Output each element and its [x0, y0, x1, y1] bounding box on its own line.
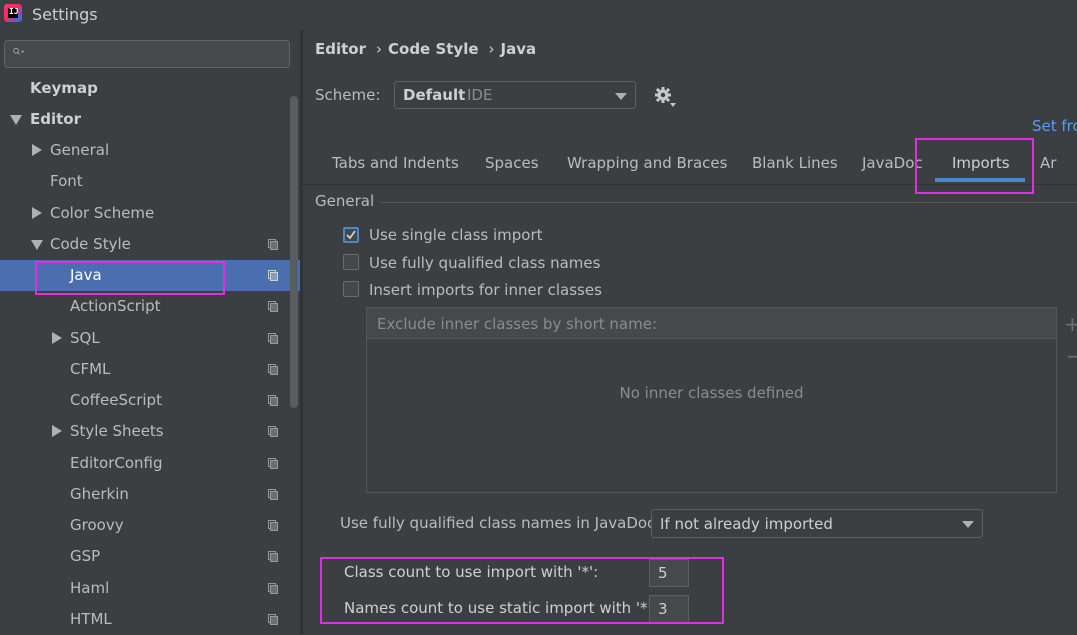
sidebar-item-code-style[interactable]: Code Style	[0, 229, 300, 260]
tab-wrapping-and-braces[interactable]: Wrapping and Braces	[567, 154, 727, 172]
remove-icon[interactable]: −	[1066, 344, 1077, 368]
general-section-title: General	[315, 192, 375, 210]
settings-search-input[interactable]	[4, 40, 290, 68]
project-scope-icon	[268, 551, 278, 562]
window-title: Settings	[32, 5, 98, 24]
project-scope-icon	[268, 520, 278, 531]
project-scope-icon	[268, 614, 278, 625]
sidebar-item-general[interactable]: General	[0, 135, 300, 166]
panel-divider[interactable]	[300, 30, 303, 634]
sidebar-item-color-scheme[interactable]: Color Scheme	[0, 198, 300, 229]
project-scope-icon	[268, 489, 278, 500]
project-scope-icon	[268, 583, 278, 594]
insert-imports-inner-classes-label: Insert imports for inner classes	[369, 281, 602, 299]
tab-spaces[interactable]: Spaces	[485, 154, 539, 172]
breadcrumb-item-java: Java	[500, 40, 537, 58]
intellij-app-icon: IJ	[4, 4, 22, 22]
scheme-name: Default	[403, 86, 466, 104]
scheme-label: Scheme:	[315, 86, 381, 104]
sidebar-item-gherkin[interactable]: Gherkin	[0, 479, 300, 510]
use-fully-qualified-class-names-label: Use fully qualified class names	[369, 254, 601, 272]
expanded-arrow-icon[interactable]	[31, 240, 43, 250]
project-scope-icon	[268, 426, 278, 437]
sidebar-item-gsp[interactable]: GSP	[0, 541, 300, 572]
search-icon	[13, 47, 25, 55]
scheme-dropdown[interactable]: Default IDE	[394, 81, 636, 109]
use-single-class-import-label: Use single class import	[369, 226, 543, 244]
expanded-arrow-icon[interactable]	[10, 115, 22, 125]
collapsed-arrow-icon[interactable]	[32, 207, 42, 219]
sidebar-scrollbar[interactable]	[290, 96, 298, 408]
exclude-table-header: Exclude inner classes by short name:	[366, 307, 1057, 339]
breadcrumb-item-code-style: Code Style	[388, 40, 479, 58]
project-scope-icon	[268, 301, 278, 312]
collapsed-arrow-icon[interactable]	[52, 425, 62, 437]
project-scope-icon	[268, 364, 278, 375]
set-from-link[interactable]: Set fro	[1032, 117, 1077, 135]
sidebar-item-sql[interactable]: SQL	[0, 323, 300, 354]
breadcrumb-separator: ›	[488, 40, 495, 58]
chevron-down-icon	[615, 93, 627, 100]
collapsed-arrow-icon[interactable]	[52, 332, 62, 344]
tab-blank-lines[interactable]: Blank Lines	[752, 154, 838, 172]
sidebar-item-keymap[interactable]: Keymap	[0, 73, 300, 104]
sidebar-item-editor[interactable]: Editor	[0, 104, 300, 135]
highlight-box-imports-tab	[915, 138, 1034, 194]
settings-sidebar: Keymap Editor General Font Color Scheme …	[0, 30, 300, 634]
highlight-box-java	[35, 261, 225, 295]
tab-arrangement[interactable]: Ar	[1040, 154, 1056, 172]
project-scope-icon	[268, 395, 278, 406]
use-fully-qualified-class-names-checkbox[interactable]	[343, 254, 359, 270]
javadoc-fqn-value: If not already imported	[660, 515, 833, 533]
exclude-table-header-text: Exclude inner classes by short name:	[377, 315, 657, 333]
project-scope-icon	[268, 270, 278, 281]
sidebar-item-html[interactable]: HTML	[0, 604, 300, 635]
use-single-class-import-checkbox[interactable]	[343, 227, 359, 243]
javadoc-fqn-dropdown[interactable]: If not already imported	[651, 509, 983, 538]
highlight-box-counts	[320, 557, 724, 624]
insert-imports-inner-classes-checkbox[interactable]	[343, 281, 359, 297]
project-scope-icon	[268, 333, 278, 344]
breadcrumb-item-editor: Editor	[315, 40, 366, 58]
sidebar-item-haml[interactable]: Haml	[0, 573, 300, 604]
title-bar: IJ Settings	[0, 0, 1077, 30]
add-icon[interactable]: +	[1064, 312, 1077, 336]
collapsed-arrow-icon[interactable]	[32, 144, 42, 156]
tab-tabs-and-indents[interactable]: Tabs and Indents	[332, 154, 459, 172]
project-scope-icon	[268, 239, 278, 250]
chevron-down-icon	[962, 521, 974, 528]
sidebar-item-style-sheets[interactable]: Style Sheets	[0, 416, 300, 447]
section-divider	[380, 202, 1077, 203]
gear-icon[interactable]	[654, 86, 676, 108]
sidebar-item-font[interactable]: Font	[0, 166, 300, 197]
breadcrumb: Editor › Code Style › Java	[315, 40, 542, 58]
project-scope-icon	[268, 458, 278, 469]
checkmark-icon	[346, 230, 356, 240]
sidebar-item-coffeescript[interactable]: CoffeeScript	[0, 385, 300, 416]
scheme-type: IDE	[467, 86, 493, 104]
sidebar-item-actionscript[interactable]: ActionScript	[0, 291, 300, 322]
sidebar-item-editorconfig[interactable]: EditorConfig	[0, 448, 300, 479]
breadcrumb-separator: ›	[376, 40, 382, 58]
javadoc-fqn-label: Use fully qualified class names in JavaD…	[340, 514, 661, 532]
sidebar-item-groovy[interactable]: Groovy	[0, 510, 300, 541]
tab-javadoc[interactable]: JavaDoc	[862, 154, 923, 172]
sidebar-item-cfml[interactable]: CFML	[0, 354, 300, 385]
empty-table-message: No inner classes defined	[619, 384, 804, 402]
